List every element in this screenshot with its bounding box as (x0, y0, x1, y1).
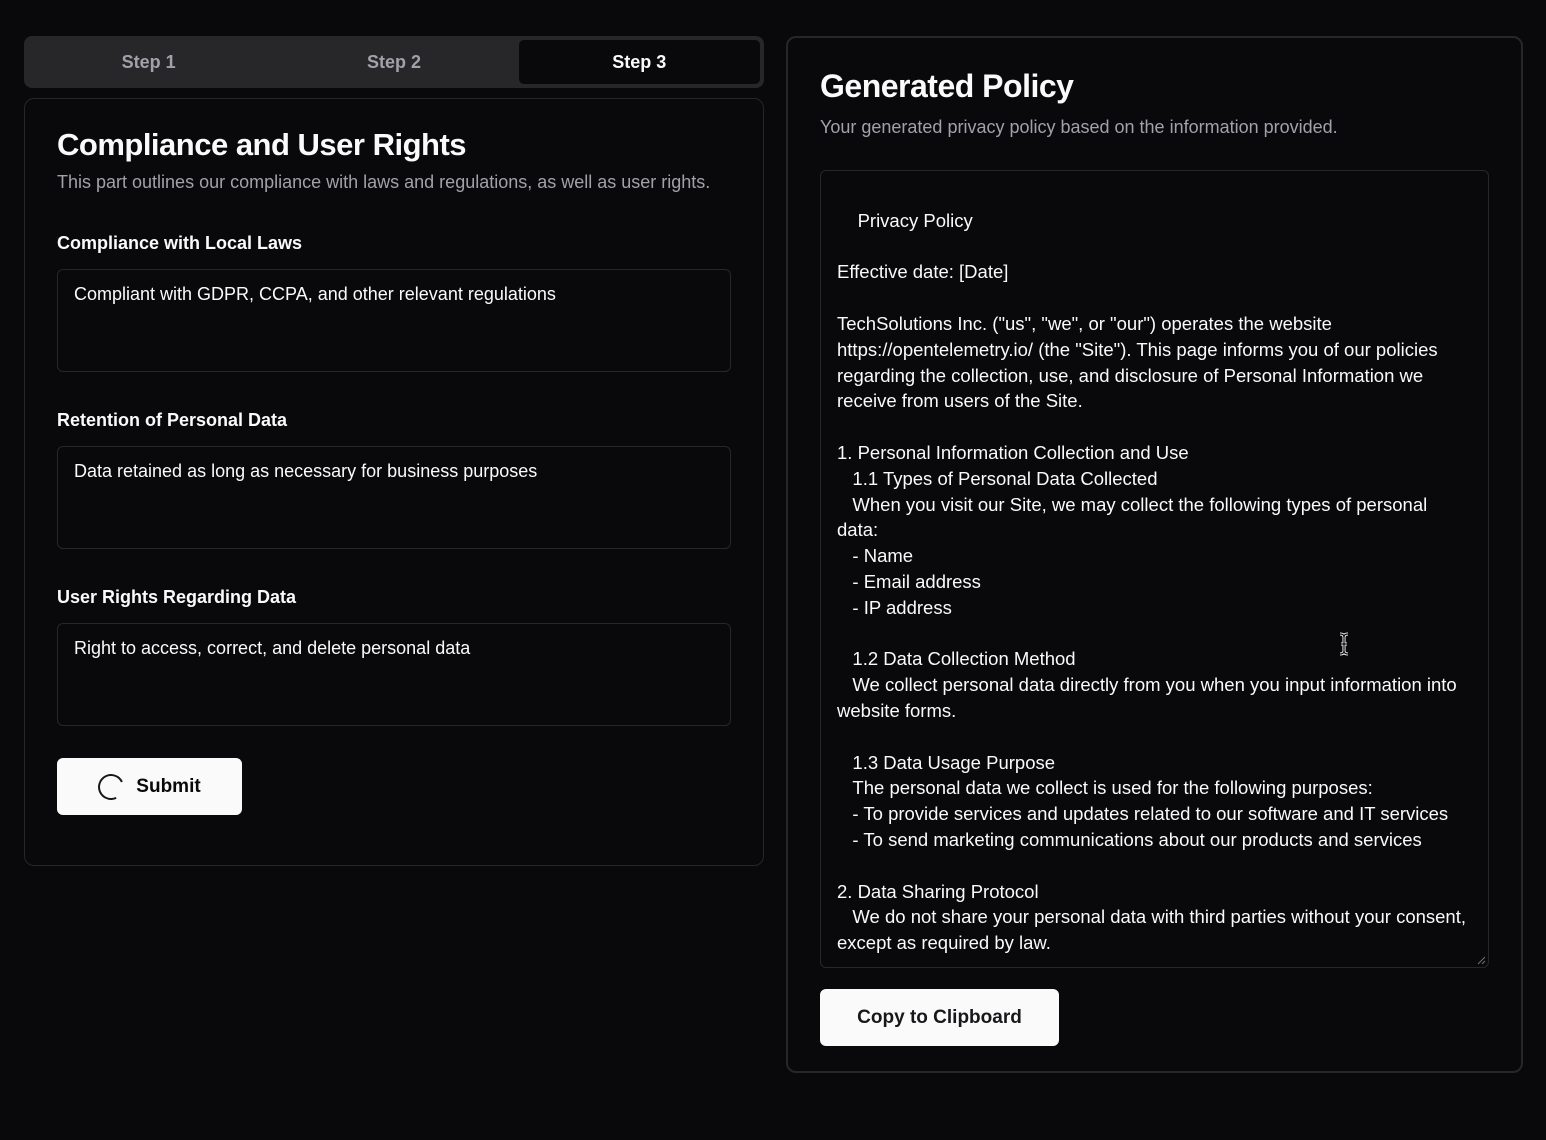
loading-spinner-icon (94, 769, 128, 804)
form-title: Compliance and User Rights (57, 127, 467, 162)
policy-title: Generated Policy (820, 68, 1074, 104)
user-rights-label: User Rights Regarding Data (57, 587, 297, 607)
compliance-laws-textarea[interactable]: Compliant with GDPR, CCPA, and other rel… (57, 269, 731, 372)
tab-step-2[interactable]: Step 2 (273, 40, 514, 84)
policy-description: Your generated privacy policy based on t… (820, 117, 1338, 137)
policy-text: Privacy Policy Effective date: [Date] Te… (837, 209, 1467, 954)
compliance-form-card: Compliance and User Rights This part out… (24, 98, 764, 866)
data-retention-textarea[interactable]: Data retained as long as necessary for b… (57, 446, 731, 549)
tab-step-3[interactable]: Step 3 (518, 40, 760, 84)
tab-step-1[interactable]: Step 1 (28, 40, 269, 84)
resize-handle-icon[interactable] (1476, 955, 1486, 965)
submit-button[interactable]: Submit (57, 758, 242, 815)
form-description: This part outlines our compliance with l… (57, 172, 711, 192)
left-panel: Step 1 Step 2 Step 3 Compliance and User… (24, 36, 764, 866)
text-cursor-icon (1339, 632, 1349, 656)
user-rights-textarea[interactable]: Right to access, correct, and delete per… (57, 623, 731, 726)
generated-policy-card: Generated Policy Your generated privacy … (786, 36, 1523, 1073)
copy-to-clipboard-button[interactable]: Copy to Clipboard (820, 989, 1059, 1046)
submit-label: Submit (136, 775, 201, 797)
compliance-laws-label: Compliance with Local Laws (57, 233, 303, 253)
policy-textarea[interactable]: Privacy Policy Effective date: [Date] Te… (820, 170, 1489, 968)
data-retention-label: Retention of Personal Data (57, 410, 288, 430)
step-tabs: Step 1 Step 2 Step 3 (24, 36, 764, 88)
